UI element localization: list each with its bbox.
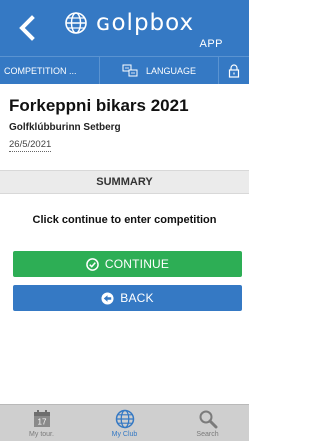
competition-title: Forkeppni bikars 2021 — [9, 96, 189, 115]
back-label: BACK — [120, 291, 154, 305]
calendar-day: 17 — [37, 418, 46, 427]
lock-icon — [228, 63, 240, 78]
nav-my-tour-label: My tour. — [29, 431, 54, 438]
bottom-nav: 17 My tour. My Club Search — [0, 404, 249, 441]
competition-date: 26/5/2021 — [9, 139, 52, 152]
tab-competition[interactable]: COMPETITION ... — [0, 57, 100, 84]
club-name: Golfklúbburinn Setberg — [9, 122, 121, 133]
nav-search-label: Search — [196, 431, 219, 438]
golfbox-logo: ɢolpbox — [64, 10, 194, 36]
language-icon — [122, 64, 138, 76]
check-circle-icon — [86, 257, 99, 271]
tab-lock[interactable] — [219, 57, 249, 84]
app-header: ɢolpbox APP — [0, 0, 249, 56]
tab-competition-label: COMPETITION ... — [4, 65, 77, 76]
nav-search[interactable]: Search — [166, 405, 249, 441]
tab-strip: COMPETITION ... LANGUAGE — [0, 56, 249, 84]
magnifier-icon — [199, 410, 217, 429]
instruction-text: Click continue to enter competition — [32, 214, 217, 226]
tab-language-label: LANGUAGE — [145, 65, 196, 76]
nav-my-club-label: My Club — [111, 431, 138, 438]
nav-my-club[interactable]: My Club — [83, 405, 166, 441]
continue-label: CONTINUE — [104, 257, 170, 271]
tab-language[interactable]: LANGUAGE — [100, 57, 219, 84]
globe-icon — [65, 12, 87, 34]
nav-my-tour[interactable]: 17 My tour. — [0, 405, 83, 441]
arrow-left-circle-icon — [101, 291, 114, 305]
screen: ɢolpbox APP COMPETITION ... LANGUAGE For… — [0, 0, 249, 441]
chevron-left-icon[interactable] — [16, 14, 38, 42]
back-button[interactable]: BACK — [13, 285, 242, 311]
competition-info: Forkeppni bikars 2021 Golfklúbburinn Set… — [9, 96, 241, 152]
logo-subtitle: APP — [199, 38, 223, 50]
calendar-icon: 17 — [33, 410, 50, 427]
globe-icon — [115, 409, 134, 429]
summary-heading: SUMMARY — [0, 170, 249, 194]
logo-text: ɢolpbox — [96, 10, 195, 36]
continue-button[interactable]: CONTINUE — [13, 251, 242, 277]
